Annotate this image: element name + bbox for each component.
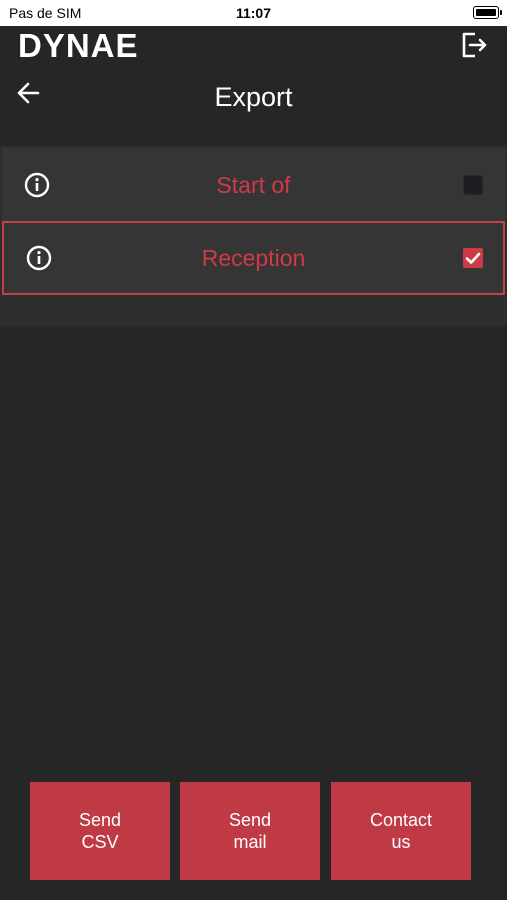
status-bar: Pas de SIM 11:07 [0, 0, 507, 26]
list-item-label: Start of [216, 172, 291, 198]
contact-us-button[interactable]: Contact us [331, 782, 471, 880]
checkbox-checked[interactable] [463, 248, 483, 268]
action-buttons: Send CSV Send mail Contact us [0, 782, 507, 880]
send-mail-button[interactable]: Send mail [180, 782, 320, 880]
list-item-start-of[interactable]: Start of [2, 148, 505, 222]
clock: 11:07 [235, 5, 272, 21]
app-logo: DYNAE [18, 27, 139, 64]
list-item-reception[interactable]: Reception [2, 221, 505, 295]
check-icon [465, 252, 481, 264]
battery-icon [473, 6, 502, 19]
button-label-line: us [391, 832, 411, 852]
send-csv-button[interactable]: Send CSV [30, 782, 170, 880]
button-label-line: mail [233, 832, 267, 852]
list-item-label: Reception [201, 245, 306, 271]
page-title: Export [214, 82, 293, 112]
logout-icon[interactable] [460, 30, 488, 60]
export-list: Start of Reception [0, 146, 507, 326]
button-label-line: Send [228, 810, 272, 830]
button-label-line: Send [78, 810, 122, 830]
button-label-line: CSV [81, 832, 119, 852]
button-label-line: Contact [369, 810, 433, 830]
checkbox-unchecked[interactable] [463, 175, 483, 195]
app-header: DYNAE Export [0, 26, 507, 144]
